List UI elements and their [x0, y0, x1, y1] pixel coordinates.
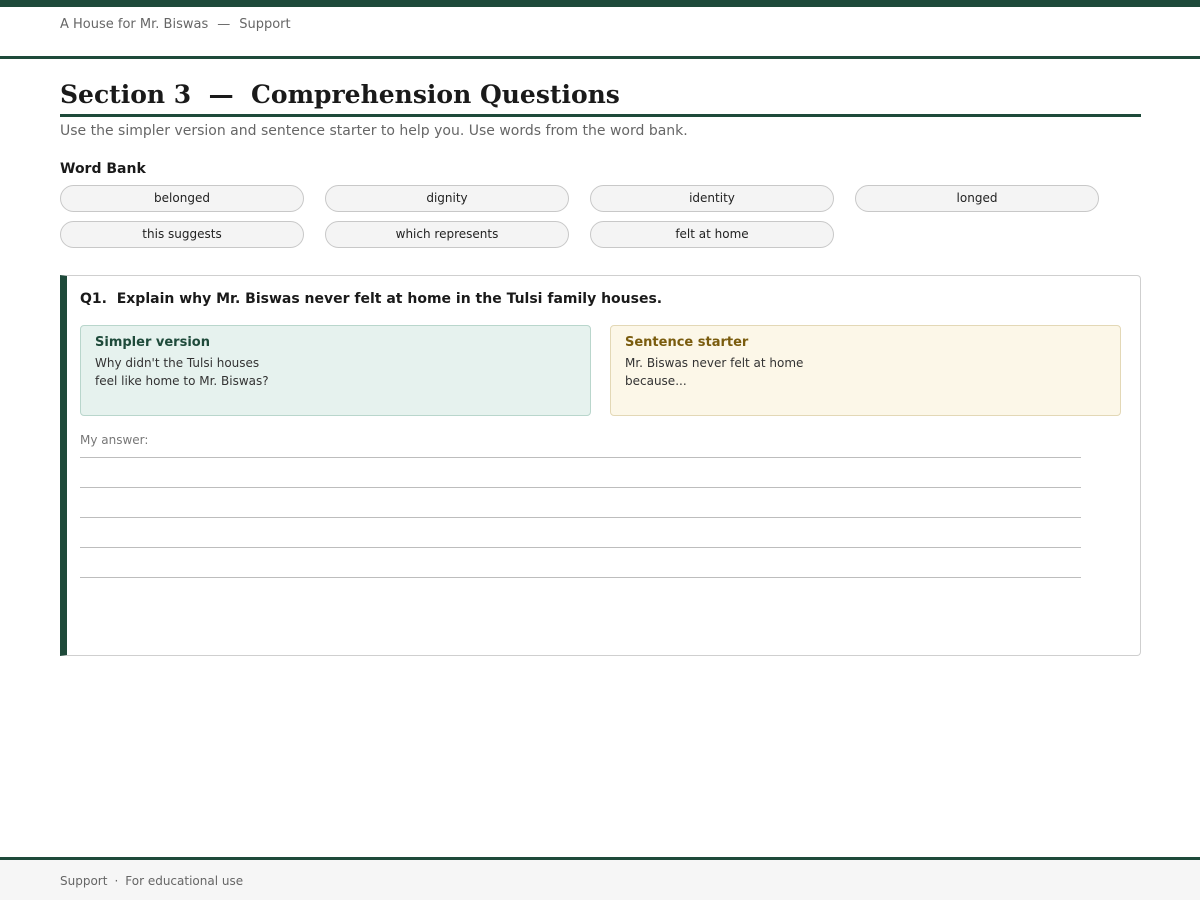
answer-line[interactable]	[80, 517, 1081, 518]
simpler-version-title: Simpler version	[95, 335, 210, 350]
page-header: A House for Mr. Biswas — Support	[0, 7, 1200, 59]
top-accent-bar	[0, 0, 1200, 7]
answer-line[interactable]	[80, 577, 1081, 578]
sentence-starter-box: Sentence starter Mr. Biswas never felt a…	[610, 325, 1121, 416]
word-chip: longed	[855, 185, 1099, 212]
breadcrumb: A House for Mr. Biswas — Support	[60, 17, 291, 32]
answer-line[interactable]	[80, 457, 1081, 458]
word-chip: which represents	[325, 221, 569, 248]
simpler-version-text: Why didn't the Tulsi houses feel like ho…	[95, 356, 269, 388]
question-text: Q1. Explain why Mr. Biswas never felt at…	[80, 291, 663, 307]
instructions-text: Use the simpler version and sentence sta…	[60, 123, 688, 139]
footer-left: Support	[60, 874, 108, 888]
breadcrumb-book-title[interactable]: A House for Mr. Biswas	[60, 17, 208, 32]
sentence-starter-text: Mr. Biswas never felt at home because...	[625, 356, 804, 388]
breadcrumb-separator: —	[217, 17, 231, 32]
footer-separator: ·	[114, 874, 119, 888]
page-footer: Support · For educational use	[0, 857, 1200, 900]
answer-line[interactable]	[80, 547, 1081, 548]
word-chip: dignity	[325, 185, 569, 212]
answer-line[interactable]	[80, 487, 1081, 488]
word-chip: belonged	[60, 185, 304, 212]
word-chip: felt at home	[590, 221, 834, 248]
word-chip: identity	[590, 185, 834, 212]
footer-right: For educational use	[125, 874, 244, 888]
word-bank-heading: Word Bank	[60, 161, 146, 177]
breadcrumb-section[interactable]: Support	[239, 17, 290, 32]
sentence-starter-title: Sentence starter	[625, 335, 749, 350]
question-card: Q1. Explain why Mr. Biswas never felt at…	[60, 275, 1141, 656]
answer-label: My answer:	[80, 433, 149, 447]
simpler-version-box: Simpler version Why didn't the Tulsi hou…	[80, 325, 591, 416]
page-title: Section 3 — Comprehension Questions	[60, 78, 1141, 117]
footer-text: Support · For educational use	[60, 874, 243, 888]
word-chip: this suggests	[60, 221, 304, 248]
